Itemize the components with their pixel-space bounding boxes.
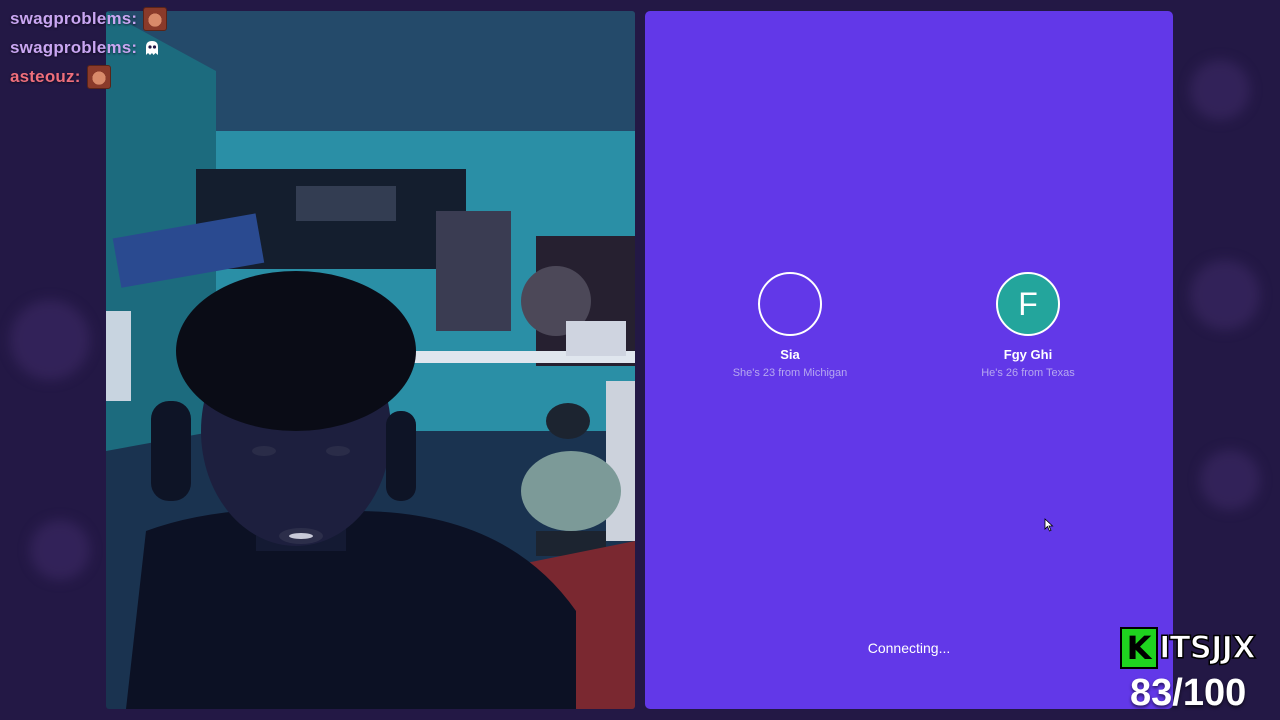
ghost-emote bbox=[143, 39, 161, 57]
chat-message: swagproblems: bbox=[10, 33, 167, 62]
avatar-initial: F bbox=[1018, 285, 1038, 322]
connecting-status: Connecting... bbox=[867, 640, 951, 656]
profile-description: She's 23 from Michigan bbox=[732, 367, 848, 379]
chat-username: asteouz: bbox=[10, 66, 81, 86]
profile-name: Sia bbox=[780, 347, 800, 362]
profile-description: He's 26 from Texas bbox=[981, 367, 1075, 379]
profile-card-sia[interactable]: Sia She's 23 from Michigan bbox=[690, 272, 890, 379]
connection-panel: Sia She's 23 from Michigan F Fgy Ghi He'… bbox=[645, 11, 1173, 709]
brand-name: ITSJJX bbox=[1158, 629, 1256, 667]
background-blob bbox=[10, 300, 90, 380]
goal-counter: 83/100 bbox=[1130, 672, 1247, 714]
profile-name: Fgy Ghi bbox=[1003, 347, 1053, 362]
background-blob bbox=[1200, 450, 1260, 510]
angry-face-emote bbox=[143, 6, 168, 31]
avatar-loading bbox=[758, 272, 822, 336]
brand-letter: K bbox=[1120, 627, 1158, 669]
webcam-scene bbox=[106, 11, 635, 709]
angry-face-emote bbox=[86, 64, 111, 89]
streamer-logo: K ITSJJX bbox=[1120, 626, 1278, 670]
background-blob bbox=[30, 520, 90, 580]
profile-card-fgy-ghi[interactable]: F Fgy Ghi He's 26 from Texas bbox=[928, 272, 1128, 379]
chat-message: swagproblems: bbox=[10, 4, 168, 33]
avatar: F bbox=[996, 272, 1060, 336]
chat-overlay: swagproblems: swagproblems: asteouz: bbox=[10, 4, 168, 91]
mouse-cursor-icon bbox=[1044, 518, 1054, 532]
webcam-video-feed bbox=[106, 11, 635, 709]
background-blob bbox=[1190, 60, 1250, 120]
background-blob bbox=[1190, 260, 1260, 330]
chat-message: asteouz: bbox=[10, 62, 167, 91]
chat-username: swagproblems: bbox=[10, 37, 138, 57]
chat-username: swagproblems: bbox=[10, 8, 138, 28]
